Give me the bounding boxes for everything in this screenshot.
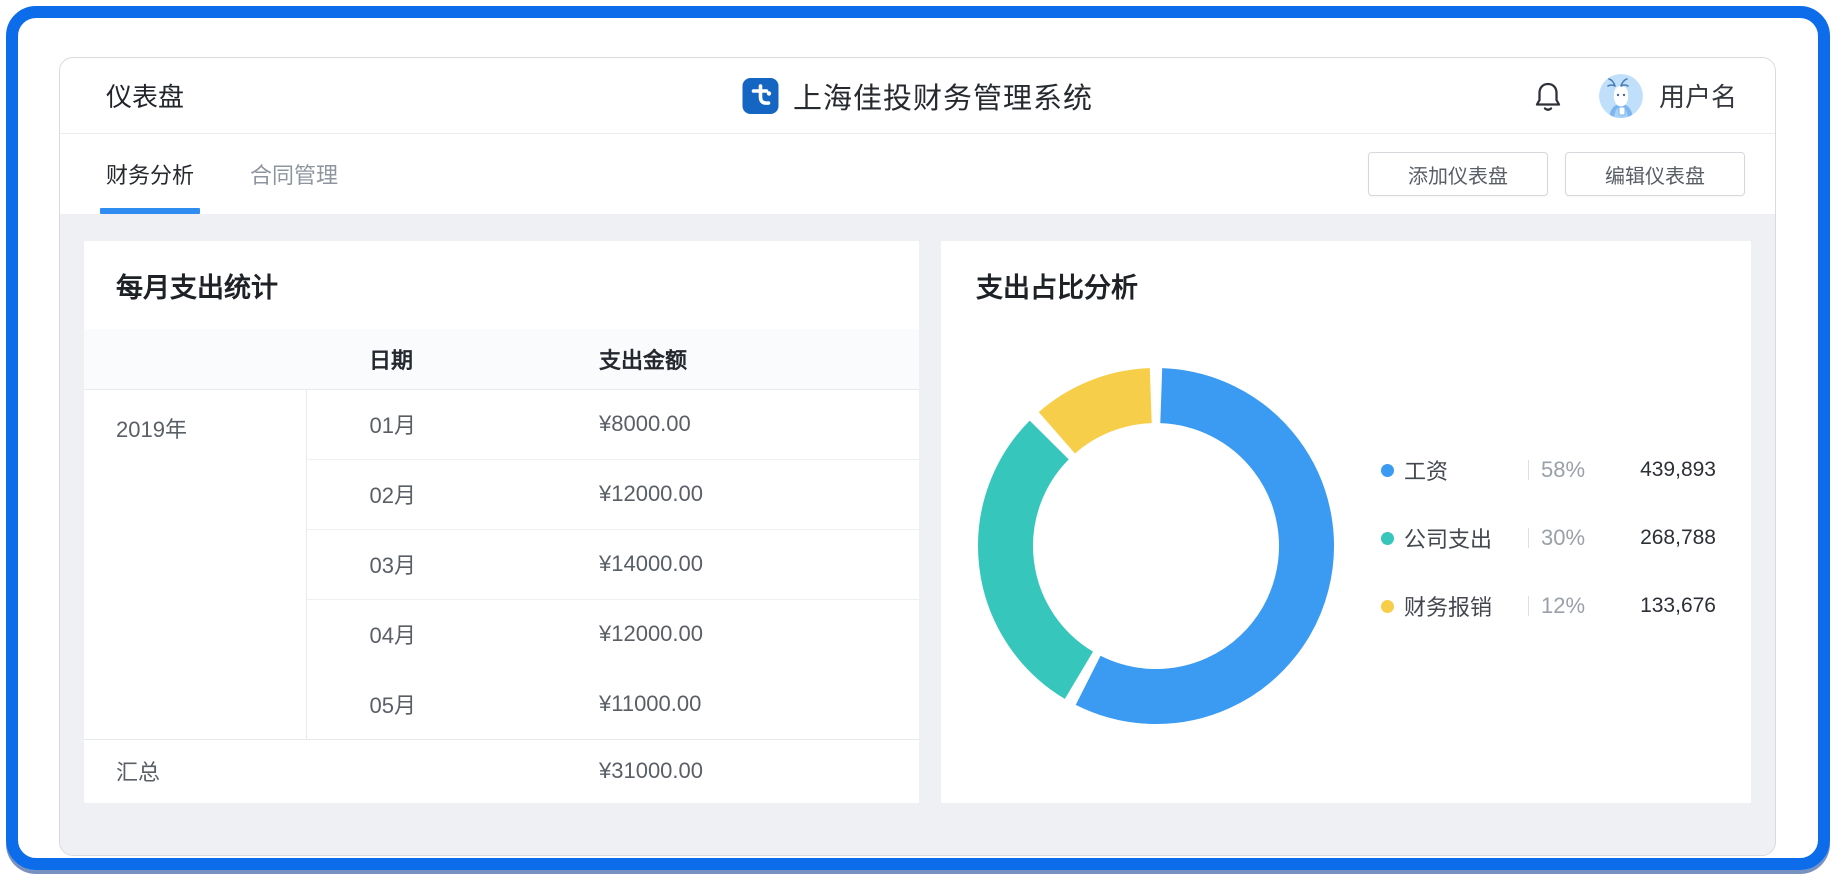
legend-item-财务报销: 财务报销 12% 133,676: [1381, 592, 1716, 620]
month-cell: 05月: [306, 669, 536, 739]
date-column-header: 日期: [306, 329, 536, 389]
tab-finance-analysis[interactable]: 财务分析: [106, 134, 194, 214]
legend-percent: 58%: [1541, 457, 1607, 483]
donut-chart: [966, 356, 1346, 736]
legend-separator: [1528, 596, 1529, 616]
dashboard-actions: 添加仪表盘 编辑仪表盘: [1368, 152, 1745, 196]
tab-bar: 财务分析 合同管理 添加仪表盘 编辑仪表盘: [60, 134, 1775, 214]
bell-icon[interactable]: [1531, 79, 1565, 113]
month-cell: 02月: [306, 459, 536, 529]
page-title: 仪表盘: [106, 77, 184, 114]
donut-segment-工资: [1088, 396, 1306, 697]
donut-segment-公司支出: [1006, 440, 1079, 675]
month-cell: 01月: [306, 389, 536, 459]
legend-label: 工资: [1404, 454, 1528, 486]
header-right: 用户名: [1531, 74, 1775, 118]
month-cell: 03月: [306, 529, 536, 599]
user-name[interactable]: 用户名: [1659, 77, 1737, 114]
legend-value: 268,788: [1640, 526, 1716, 550]
monthly-expense-title: 每月支出统计: [84, 241, 919, 329]
year-column-header: [84, 329, 306, 389]
deer-avatar-icon[interactable]: [1599, 74, 1643, 118]
total-value: ¥31000.00: [536, 739, 919, 803]
donut-segment-财务报销: [1057, 396, 1151, 433]
amount-cell: ¥8000.00: [536, 389, 919, 459]
legend-label: 财务报销: [1404, 590, 1528, 622]
table-header-row: 日期 支出金额: [84, 329, 919, 389]
legend-percent: 30%: [1541, 525, 1607, 551]
monthly-expense-table: 日期 支出金额 2019年01月¥8000.0002月¥12000.0003月¥…: [84, 329, 919, 803]
year-cell: 2019年: [84, 389, 306, 739]
legend-value: 439,893: [1640, 458, 1716, 482]
expense-ratio-card: 支出占比分析 工资 58% 439,893 公司支出 30% 268,788 财务报销 12%…: [941, 241, 1751, 803]
expense-table-body: 2019年01月¥8000.0002月¥12000.0003月¥14000.00…: [84, 389, 919, 803]
chart-legend: 工资 58% 439,893 公司支出 30% 268,788 财务报销 12% 133,676: [1381, 456, 1716, 660]
app-title: 上海佳投财务管理系统: [793, 75, 1093, 117]
legend-item-公司支出: 公司支出 30% 268,788: [1381, 524, 1716, 552]
dashboard-content: 每月支出统计 日期 支出金额 2019年01月¥8000.0002月¥12000…: [60, 214, 1775, 855]
amount-column-header: 支出金额: [536, 329, 919, 389]
total-row: 汇总 ¥31000.00: [84, 739, 919, 803]
expense-ratio-title: 支出占比分析: [941, 241, 1751, 329]
app-logo-icon: [742, 78, 778, 114]
legend-dot-icon: [1381, 600, 1394, 613]
total-spacer: [306, 739, 536, 803]
amount-cell: ¥12000.00: [536, 599, 919, 669]
month-cell: 04月: [306, 599, 536, 669]
edit-dashboard-button[interactable]: 编辑仪表盘: [1565, 152, 1745, 196]
legend-label: 公司支出: [1404, 522, 1528, 554]
amount-cell: ¥12000.00: [536, 459, 919, 529]
amount-cell: ¥11000.00: [536, 669, 919, 739]
expense-row-01月: 2019年01月¥8000.00: [84, 389, 919, 459]
legend-dot-icon: [1381, 464, 1394, 477]
tab-contract-management[interactable]: 合同管理: [250, 134, 338, 214]
total-label: 汇总: [84, 739, 306, 803]
legend-dot-icon: [1381, 532, 1394, 545]
amount-cell: ¥14000.00: [536, 529, 919, 599]
add-dashboard-button[interactable]: 添加仪表盘: [1368, 152, 1548, 196]
app-window: 仪表盘 上海佳投财务管理系统: [59, 57, 1776, 856]
monthly-expense-card: 每月支出统计 日期 支出金额 2019年01月¥8000.0002月¥12000…: [84, 241, 919, 803]
app-header: 仪表盘 上海佳投财务管理系统: [60, 58, 1775, 134]
legend-separator: [1528, 528, 1529, 548]
legend-value: 133,676: [1640, 594, 1716, 618]
legend-item-工资: 工资 58% 439,893: [1381, 456, 1716, 484]
legend-separator: [1528, 460, 1529, 480]
legend-percent: 12%: [1541, 593, 1607, 619]
brand: 上海佳投财务管理系统: [742, 58, 1093, 133]
